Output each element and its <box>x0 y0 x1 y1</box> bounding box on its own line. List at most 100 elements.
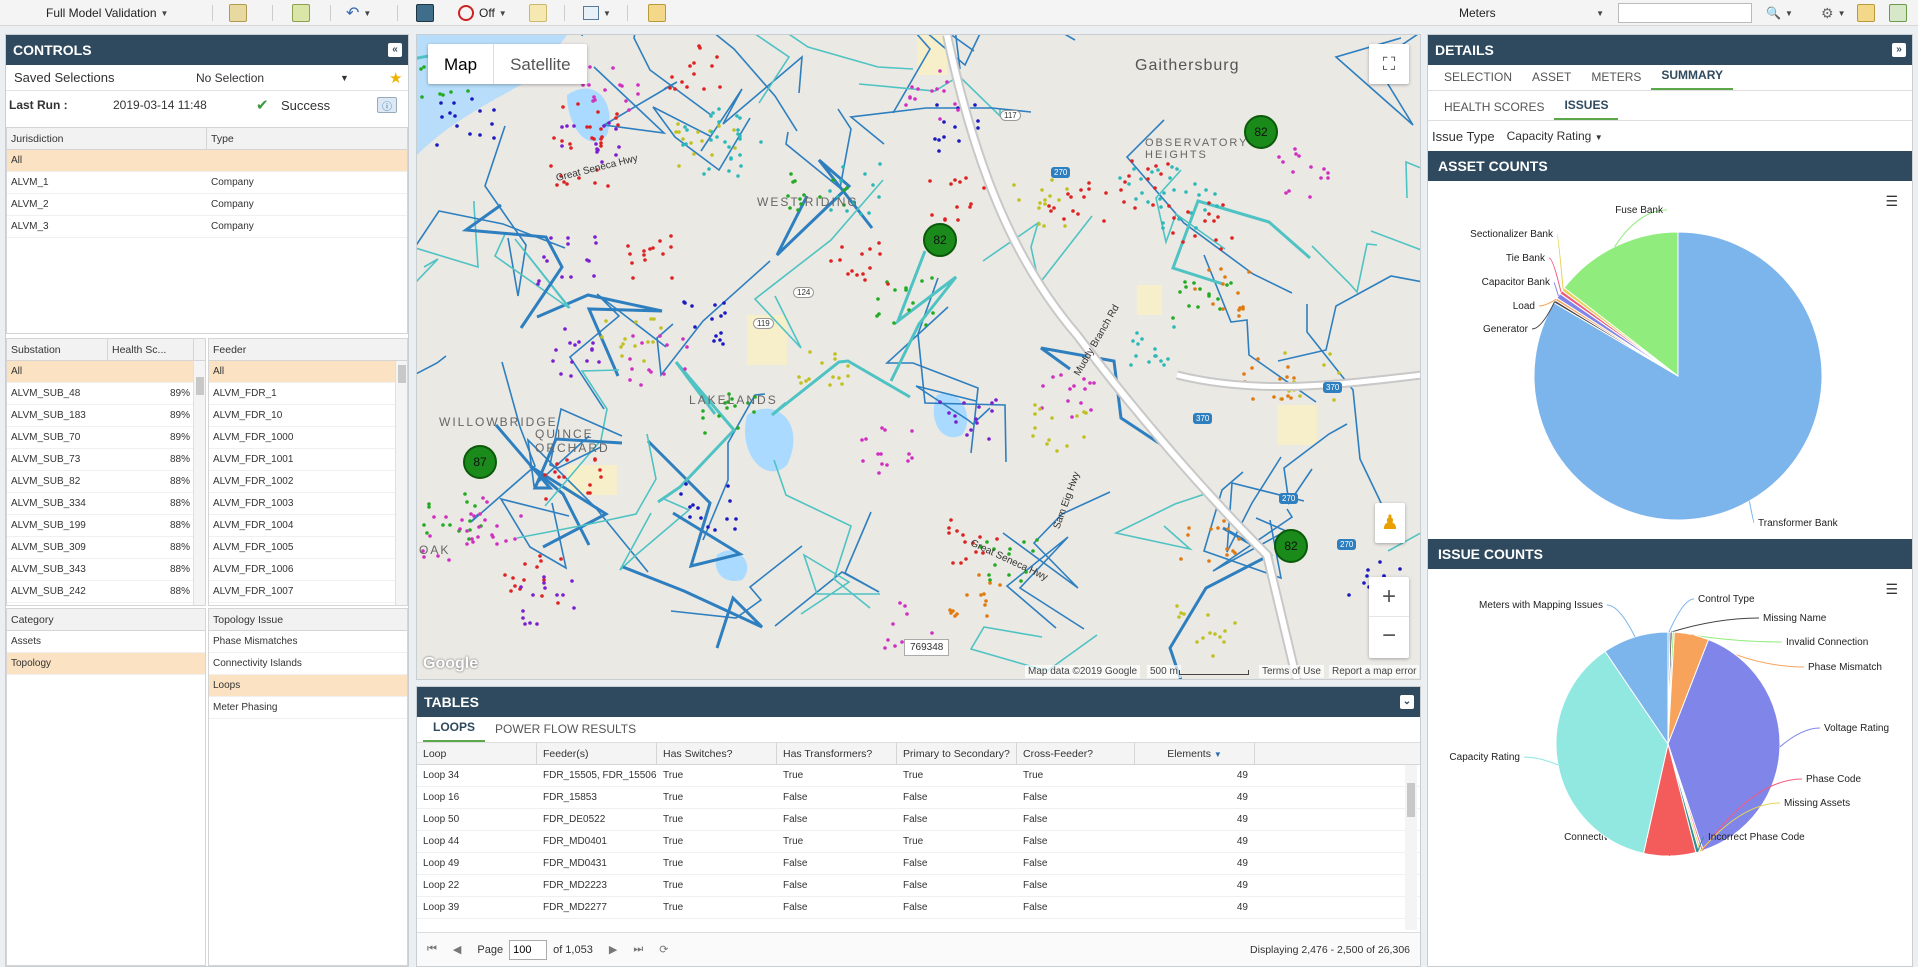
list-item[interactable]: Loops <box>209 675 407 697</box>
zoom-in-button[interactable]: + <box>1369 577 1409 617</box>
map-view-icon[interactable] <box>416 4 434 22</box>
validation-select[interactable]: Full Model Validation ▼ <box>46 4 168 22</box>
zoom-out-button[interactable]: − <box>1369 617 1409 657</box>
map-scale[interactable]: 500 m <box>1147 665 1181 678</box>
pegman-icon[interactable]: ♟ <box>1375 503 1405 543</box>
table-row[interactable]: Loop 50 FDR_DE0522 True False False False 49 <box>417 809 1420 831</box>
folder-add-icon[interactable] <box>648 4 666 22</box>
prev-page-icon[interactable]: ◀ <box>453 943 461 956</box>
table-row[interactable]: ALVM_SUB_242 88% <box>7 581 205 603</box>
table-row[interactable]: ALVM_FDR_1001 <box>209 449 407 471</box>
next-page-icon[interactable]: ▶ <box>609 943 617 956</box>
cluster-marker[interactable]: 87 <box>463 445 497 479</box>
tab-meters[interactable]: METERS <box>1581 70 1651 90</box>
table-row[interactable]: All <box>209 361 407 383</box>
table-row[interactable]: Loop 16 FDR_15853 True False False False 49 <box>417 787 1420 809</box>
table-row[interactable]: Loop 39 FDR_MD2277 True False False False 49 <box>417 897 1420 919</box>
scrollbar[interactable] <box>1405 765 1417 930</box>
table-row[interactable]: ALVM_FDR_1005 <box>209 537 407 559</box>
tab-map[interactable]: Map <box>428 44 495 84</box>
map-asset-dot <box>1216 297 1220 301</box>
search-scope-select[interactable]: Meters ▼ <box>1459 4 1604 22</box>
table-row[interactable]: ALVM_3 Company <box>7 216 407 238</box>
chart-menu-icon[interactable]: ☰ <box>1885 581 1898 598</box>
folder-open-icon[interactable] <box>1857 4 1875 22</box>
map-export-icon[interactable] <box>292 4 310 22</box>
tab-selection[interactable]: SELECTION <box>1434 70 1522 90</box>
tab-issues[interactable]: ISSUES <box>1554 98 1619 120</box>
table-row[interactable]: ALVM_FDR_1000 <box>209 427 407 449</box>
cluster-marker[interactable]: 82 <box>1274 529 1308 563</box>
collapse-right-icon[interactable]: » <box>1892 43 1906 57</box>
table-row[interactable]: ALVM_FDR_1006 <box>209 559 407 581</box>
fullscreen-icon[interactable]: ⛶ <box>1369 44 1409 84</box>
map-asset-dot <box>1102 219 1106 223</box>
elements-header[interactable]: Elements ▼ <box>1135 743 1255 764</box>
table-row[interactable]: ALVM_SUB_199 88% <box>7 515 205 537</box>
table-row[interactable]: ALVM_FDR_1003 <box>209 493 407 515</box>
search-input[interactable] <box>1618 3 1752 23</box>
notes-icon[interactable] <box>529 4 547 22</box>
tab-asset[interactable]: ASSET <box>1522 70 1581 90</box>
chevron-down-icon[interactable]: ▼ <box>340 73 349 83</box>
report-error-link[interactable]: Report a map error <box>1329 665 1420 678</box>
table-row[interactable]: Loop 22 FDR_MD2223 True False False False 49 <box>417 875 1420 897</box>
terms-link[interactable]: Terms of Use <box>1259 665 1324 678</box>
tab-satellite[interactable]: Satellite <box>494 44 586 84</box>
tab-summary[interactable]: SUMMARY <box>1651 68 1733 90</box>
table-row[interactable]: ALVM_SUB_82 88% <box>7 471 205 493</box>
cluster-marker[interactable]: 82 <box>923 223 957 257</box>
tab-health-scores[interactable]: HEALTH SCORES <box>1434 100 1554 120</box>
grid-select[interactable]: ▼ <box>583 4 611 22</box>
table-row[interactable]: All <box>7 361 205 383</box>
first-page-icon[interactable]: ⏮ <box>427 943 437 956</box>
gear-icon[interactable]: ⚙ ▼ <box>1821 4 1845 22</box>
tab-power-flow-results[interactable]: POWER FLOW RESULTS <box>485 722 646 742</box>
table-row[interactable]: ALVM_1 Company <box>7 172 407 194</box>
export-icon[interactable] <box>1889 4 1907 22</box>
refresh-icon[interactable]: ⟳ <box>659 943 668 956</box>
table-row[interactable]: ALVM_FDR_1 <box>209 383 407 405</box>
table-row[interactable]: Loop 34 FDR_15505, FDR_15506, F True True Tr… <box>417 765 1420 787</box>
list-item[interactable]: Connectivity Islands <box>209 653 407 675</box>
map-panel[interactable]: Gaithersburg OBSERVATORY HEIGHTS WEST RI… <box>416 34 1421 680</box>
table-row[interactable]: Loop 49 FDR_MD0431 True False False False 49 <box>417 853 1420 875</box>
table-row[interactable]: ALVM_FDR_1004 <box>209 515 407 537</box>
table-row[interactable]: ALVM_FDR_1007 <box>209 581 407 603</box>
chart-menu-icon[interactable]: ☰ <box>1885 193 1898 210</box>
search-icon[interactable]: 🔍 ▼ <box>1766 4 1793 22</box>
table-row[interactable]: ALVM_SUB_70 89% <box>7 427 205 449</box>
last-page-icon[interactable]: ⏭ <box>633 943 643 956</box>
list-item[interactable]: Assets <box>7 631 205 653</box>
issue-type-select[interactable]: Capacity Rating ▼ <box>1507 129 1603 143</box>
saved-selections-select[interactable]: No Selection <box>196 71 264 85</box>
table-row[interactable]: ALVM_SUB_309 88% <box>7 537 205 559</box>
scrollbar[interactable] <box>395 361 407 605</box>
list-item[interactable]: Topology <box>7 653 205 675</box>
map-asset-dot <box>733 146 737 150</box>
collapse-down-icon[interactable]: ⌄ <box>1400 695 1414 709</box>
page-input[interactable] <box>509 939 548 960</box>
layers-icon[interactable] <box>229 4 247 22</box>
table-row[interactable]: ALVM_SUB_183 89% <box>7 405 205 427</box>
star-icon[interactable]: ★ <box>389 69 402 87</box>
scrollbar[interactable] <box>193 361 205 605</box>
cluster-marker[interactable]: 82 <box>1244 115 1278 149</box>
table-row[interactable]: ALVM_FDR_10 <box>209 405 407 427</box>
list-item[interactable]: Phase Mismatches <box>209 631 407 653</box>
filter-toggle[interactable]: Off ▼ <box>458 4 507 22</box>
table-row[interactable]: ALVM_FDR_1002 <box>209 471 407 493</box>
table-row[interactable]: ALVM_SUB_334 88% <box>7 493 205 515</box>
map-asset-dot <box>614 127 618 131</box>
table-row[interactable]: ALVM_SUB_73 88% <box>7 449 205 471</box>
table-row[interactable]: All <box>7 150 407 172</box>
undo-icon[interactable]: ↶ ▼ <box>346 4 371 22</box>
collapse-left-icon[interactable]: « <box>388 43 402 57</box>
tab-loops[interactable]: LOOPS <box>423 720 486 742</box>
info-icon[interactable]: ⓘ <box>377 97 397 113</box>
table-row[interactable]: ALVM_2 Company <box>7 194 407 216</box>
table-row[interactable]: ALVM_SUB_343 88% <box>7 559 205 581</box>
list-item[interactable]: Meter Phasing <box>209 697 407 719</box>
table-row[interactable]: ALVM_SUB_48 89% <box>7 383 205 405</box>
table-row[interactable]: Loop 44 FDR_MD0401 True True True False 49 <box>417 831 1420 853</box>
